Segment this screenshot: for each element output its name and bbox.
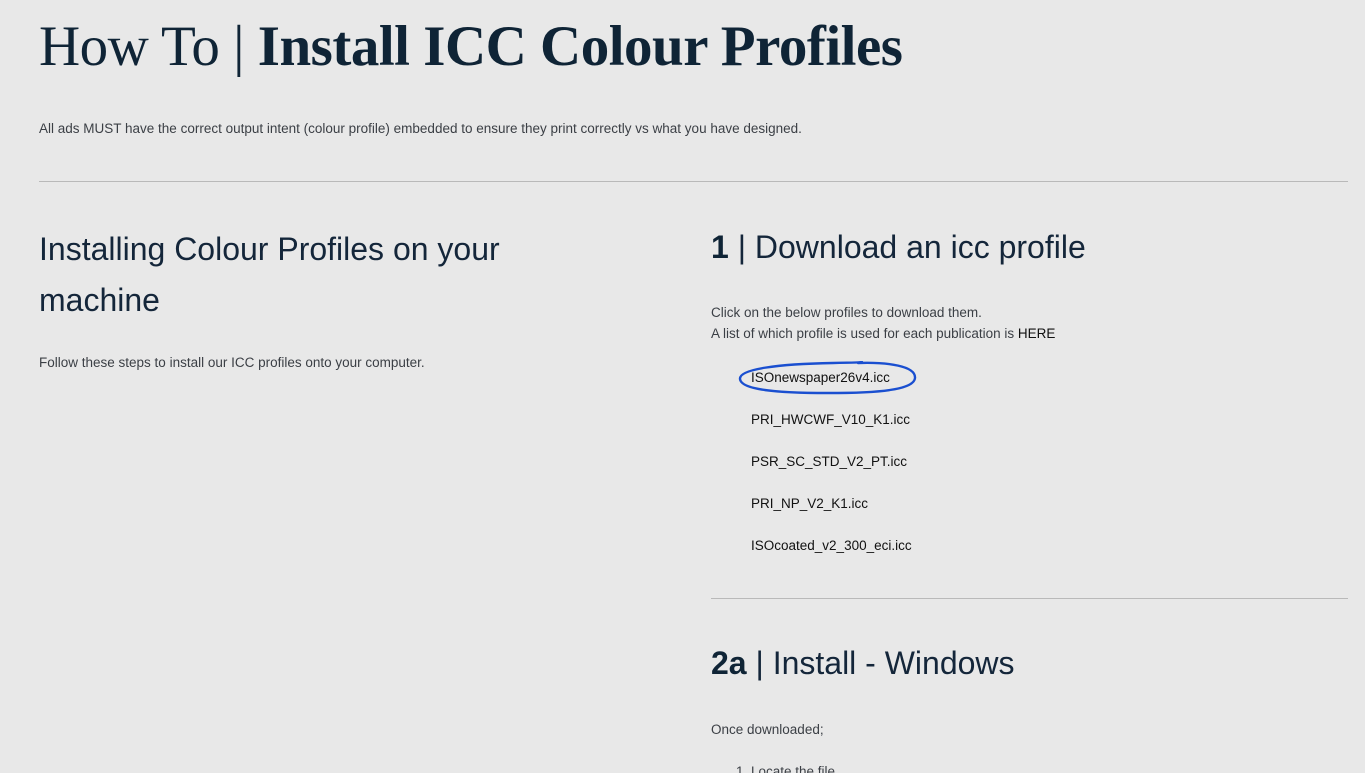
page-title: How To | Install ICC Colour Profiles bbox=[39, 14, 903, 79]
intro-text: All ads MUST have the correct output int… bbox=[39, 121, 802, 136]
step-2a-list-item: 1. Locate the file bbox=[736, 764, 836, 773]
profile-link-isonewspaper26v4[interactable]: ISOnewspaper26v4.icc bbox=[751, 370, 890, 385]
list-item: PRI_HWCWF_V10_K1.icc bbox=[751, 412, 912, 454]
profile-link-psr-sc-std[interactable]: PSR_SC_STD_V2_PT.icc bbox=[751, 454, 907, 469]
step-1-heading: 1 | Download an icc profile bbox=[711, 229, 1086, 266]
step-2a-number: 2a bbox=[711, 645, 747, 681]
page: How To | Install ICC Colour Profiles All… bbox=[0, 0, 1365, 773]
step-2a-title: | Install - Windows bbox=[755, 645, 1015, 681]
page-title-light: How To | bbox=[39, 15, 245, 78]
list-item: PRI_NP_V2_K1.icc bbox=[751, 496, 912, 538]
profile-link-pri-np[interactable]: PRI_NP_V2_K1.icc bbox=[751, 496, 868, 511]
here-link[interactable]: HERE bbox=[1018, 326, 1056, 341]
step-1-description: Click on the below profiles to download … bbox=[711, 305, 982, 320]
profile-link-pri-hwcwf[interactable]: PRI_HWCWF_V10_K1.icc bbox=[751, 412, 910, 427]
step-1-title: | Download an icc profile bbox=[737, 229, 1086, 265]
list-item: ISOnewspaper26v4.icc bbox=[751, 370, 912, 412]
section-description: Follow these steps to install our ICC pr… bbox=[39, 355, 425, 370]
list-item: PSR_SC_STD_V2_PT.icc bbox=[751, 454, 912, 496]
section-heading: Installing Colour Profiles on your machi… bbox=[39, 231, 500, 318]
step-1-publication-note: A list of which profile is used for each… bbox=[711, 326, 1055, 341]
divider bbox=[711, 598, 1348, 599]
divider bbox=[39, 181, 1348, 182]
profile-link-isocoated[interactable]: ISOcoated_v2_300_eci.icc bbox=[751, 538, 912, 553]
list-item: ISOcoated_v2_300_eci.icc bbox=[751, 538, 912, 580]
step-1-number: 1 bbox=[711, 229, 729, 265]
publication-note-text: A list of which profile is used for each… bbox=[711, 326, 1018, 341]
page-title-bold: Install ICC Colour Profiles bbox=[257, 15, 903, 78]
profile-list: ISOnewspaper26v4.icc PRI_HWCWF_V10_K1.ic… bbox=[751, 370, 912, 580]
step-2a-heading: 2a | Install - Windows bbox=[711, 645, 1015, 682]
step-2a-description: Once downloaded; bbox=[711, 722, 824, 737]
